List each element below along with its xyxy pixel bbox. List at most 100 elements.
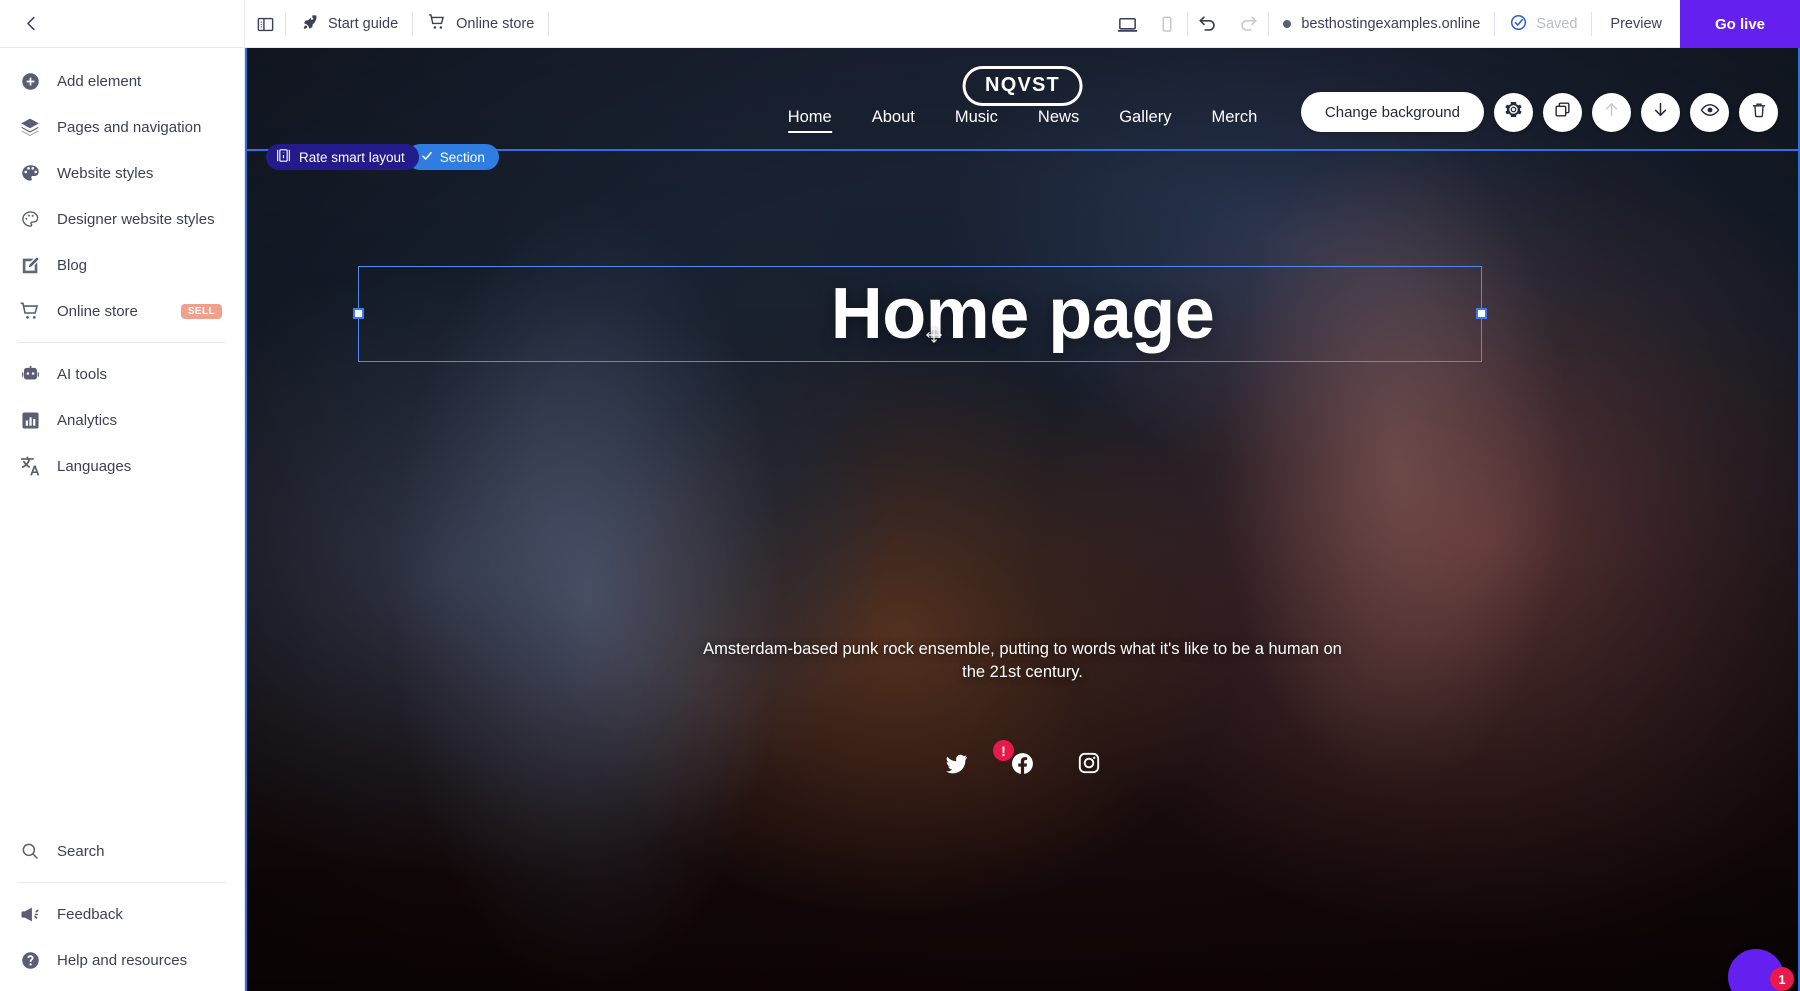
sidebar-item-analytics[interactable]: Analytics xyxy=(0,397,244,443)
sidebar-divider xyxy=(18,342,226,343)
change-background-button[interactable]: Change background xyxy=(1300,92,1484,132)
status-dot-icon xyxy=(1283,20,1292,28)
online-store-button[interactable]: Online store xyxy=(413,0,548,48)
preview-label: Preview xyxy=(1610,16,1662,32)
sidebar-item-help-and-resources[interactable]: Help and resources xyxy=(0,937,244,983)
sidebar-item-online-store[interactable]: Online store SELL xyxy=(0,288,244,334)
sidebar-item-languages[interactable]: Languages xyxy=(0,443,244,489)
sell-badge: SELL xyxy=(180,303,222,319)
check-icon xyxy=(421,150,433,165)
sidebar-item-label: Languages xyxy=(57,457,132,475)
preview-button[interactable]: Preview xyxy=(1592,0,1680,48)
site-nav-merch[interactable]: Merch xyxy=(1211,108,1257,133)
panel-toggle-icon[interactable] xyxy=(245,0,285,48)
hero-subtitle[interactable]: Amsterdam-based punk rock ensemble, putt… xyxy=(703,638,1343,685)
resize-handle-left[interactable] xyxy=(353,308,364,319)
sidebar-item-ai-tools[interactable]: AI tools xyxy=(0,351,244,397)
translate-icon xyxy=(18,454,42,478)
hero-background-image xyxy=(245,48,1800,991)
change-background-label: Change background xyxy=(1324,103,1460,121)
site-url-button[interactable]: besthostingexamples.online xyxy=(1269,0,1494,48)
move-down-button[interactable] xyxy=(1641,92,1680,132)
mobile-icon[interactable] xyxy=(1147,0,1187,48)
sidebar-item-website-styles[interactable]: Website styles xyxy=(0,150,244,196)
duplicate-icon xyxy=(1553,100,1572,124)
sidebar-item-label: Designer website styles xyxy=(57,210,215,228)
sidebar-item-blog[interactable]: Blog xyxy=(0,242,244,288)
site-nav-gallery[interactable]: Gallery xyxy=(1119,108,1171,133)
start-guide-button[interactable]: Start guide xyxy=(286,0,412,48)
palette-outline-icon xyxy=(18,207,42,231)
resize-handle-right[interactable] xyxy=(1476,308,1487,319)
move-cursor-icon xyxy=(925,326,943,349)
start-guide-label: Start guide xyxy=(328,16,399,32)
section-badges: Rate smart layout Section xyxy=(266,144,499,170)
search-icon xyxy=(18,839,42,863)
site-nav-news[interactable]: News xyxy=(1038,108,1079,133)
editor-app: Start guide Online store besthostingexam… xyxy=(0,0,1800,991)
help-notification-badge[interactable]: 1 xyxy=(1770,967,1794,991)
trash-icon xyxy=(1750,101,1768,124)
arrow-down-icon xyxy=(1651,100,1670,124)
sidebar-item-designer-website-styles[interactable]: Designer website styles xyxy=(0,196,244,242)
sidebar-item-label: Analytics xyxy=(57,411,118,429)
site-navigation: Home About Music News Gallery Merch xyxy=(787,108,1257,133)
go-live-button[interactable]: Go live xyxy=(1680,0,1800,48)
smart-layout-icon xyxy=(277,148,290,166)
plus-circle-icon xyxy=(18,69,42,93)
site-url-label: besthostingexamples.online xyxy=(1301,16,1481,32)
question-circle-icon xyxy=(18,948,42,972)
rate-smart-layout-label: Rate smart layout xyxy=(299,149,405,165)
sidebar-item-label: Pages and navigation xyxy=(57,118,202,136)
hide-button[interactable] xyxy=(1690,92,1729,132)
social-error-badge[interactable]: ! xyxy=(993,740,1014,761)
sidebar-item-label: Add element xyxy=(57,72,142,90)
section-badge[interactable]: Section xyxy=(406,144,499,170)
social-links xyxy=(944,750,1102,776)
heading-selection-box[interactable] xyxy=(353,266,1487,362)
go-live-label: Go live xyxy=(1714,15,1766,33)
move-up-button xyxy=(1592,92,1631,132)
sidebar-item-pages-and-navigation[interactable]: Pages and navigation xyxy=(0,104,244,150)
sidebar-header xyxy=(0,0,244,48)
instagram-icon[interactable] xyxy=(1076,750,1102,776)
sidebar-item-search[interactable]: Search xyxy=(0,828,244,874)
editor-canvas[interactable]: NQVST Home About Music News Gallery Merc… xyxy=(245,48,1800,991)
site-nav-home[interactable]: Home xyxy=(787,108,832,133)
palette-filled-icon xyxy=(18,161,42,185)
sidebar-item-label: AI tools xyxy=(57,365,108,383)
section-left-edge xyxy=(245,48,247,991)
redo-icon xyxy=(1228,0,1268,48)
sidebar-divider xyxy=(18,882,226,883)
sidebar-item-label: Feedback xyxy=(57,905,123,923)
sidebar-item-add-element[interactable]: Add element xyxy=(0,58,244,104)
check-circle-icon xyxy=(1509,13,1528,36)
rate-smart-layout-button[interactable]: Rate smart layout xyxy=(266,144,419,170)
laptop-icon[interactable] xyxy=(1107,0,1147,48)
sidebar-item-feedback[interactable]: Feedback xyxy=(0,891,244,937)
megaphone-icon xyxy=(18,902,42,926)
online-store-label: Online store xyxy=(456,16,535,32)
sidebar-item-label: Help and resources xyxy=(57,951,188,969)
bar-chart-icon xyxy=(18,408,42,432)
chevron-left-icon[interactable] xyxy=(14,7,48,41)
cart-icon xyxy=(427,12,447,36)
sidebar-item-label: Online store xyxy=(57,302,138,320)
section-toolbar: Change background xyxy=(1300,92,1778,132)
left-sidebar: Add element Pages and navigation Website… xyxy=(0,0,245,991)
site-nav-music[interactable]: Music xyxy=(955,108,998,133)
layers-icon xyxy=(18,115,42,139)
saved-label: Saved xyxy=(1536,16,1578,32)
sidebar-nav: Add element Pages and navigation Website… xyxy=(0,48,244,489)
settings-button[interactable] xyxy=(1494,92,1533,132)
duplicate-button[interactable] xyxy=(1543,92,1582,132)
twitter-icon[interactable] xyxy=(944,750,970,776)
undo-icon[interactable] xyxy=(1188,0,1228,48)
pencil-square-icon xyxy=(18,253,42,277)
site-nav-about[interactable]: About xyxy=(872,108,915,133)
save-status: Saved xyxy=(1495,0,1591,48)
robot-icon xyxy=(18,362,42,386)
site-logo[interactable]: NQVST xyxy=(962,66,1083,106)
delete-button[interactable] xyxy=(1739,92,1778,132)
